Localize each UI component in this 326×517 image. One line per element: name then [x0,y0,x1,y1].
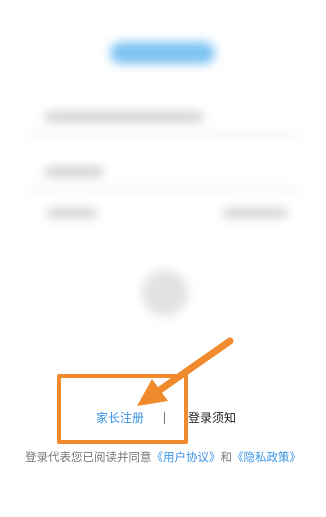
annotation-arrow-icon [137,337,234,406]
login-screen: 家长注册 登录须知 登录代表您已阅读并同意《用户协议》和《隐私政策》 [0,0,326,517]
